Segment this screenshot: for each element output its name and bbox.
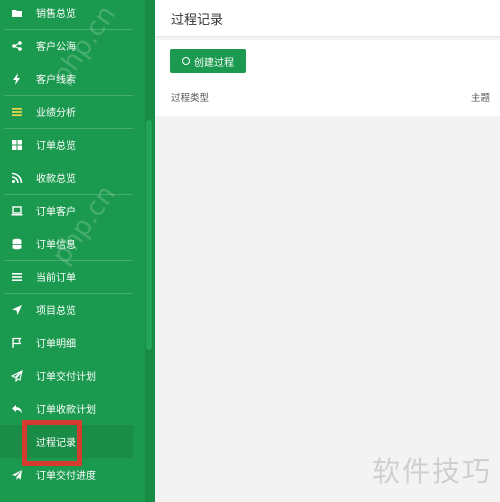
sidebar-item-label: 订单客户 (36, 207, 76, 218)
sidebar-item-payment-plan[interactable]: 订单收款计划 (0, 392, 133, 425)
flag-icon (10, 336, 24, 350)
location-arrow-icon (10, 303, 24, 317)
column-header-process-type: 过程类型 (171, 93, 210, 104)
reply-icon (10, 402, 24, 416)
sidebar-item-label: 项目总览 (36, 306, 76, 317)
sidebar-item-performance-analysis[interactable]: 业绩分析 (0, 95, 133, 128)
sidebar-item-label: 订单明细 (36, 339, 76, 350)
sidebar-item-label: 订单交付计划 (36, 372, 96, 383)
sidebar-item-process-records[interactable]: 过程记录 (0, 425, 133, 458)
sidebar-item-label: 收款总览 (36, 174, 76, 185)
sidebar-item-order-overview[interactable]: 订单总览 (0, 128, 133, 161)
page-title: 过程记录 (171, 12, 224, 28)
rss-icon (10, 171, 24, 185)
sidebar-scrollbar-handle[interactable] (146, 120, 152, 350)
sidebar-item-label: 业绩分析 (36, 108, 76, 119)
create-process-button[interactable]: 创建过程 (170, 49, 246, 73)
page-header: 过程记录 (155, 0, 500, 37)
content-panel: 创建过程 过程类型 主题 (155, 40, 500, 116)
sidebar-item-label: 过程记录 (36, 438, 76, 449)
circle-icon (182, 57, 190, 65)
sidebar-item-label: 订单收款计划 (36, 405, 96, 416)
list-icon (10, 105, 24, 119)
watermark-text: 软件技巧 (371, 455, 492, 488)
sidebar-item-project-overview[interactable]: 项目总览 (0, 293, 133, 326)
column-header-subject: 主题 (470, 93, 490, 104)
sidebar-item-delivery-progress[interactable]: 订单交付进度 (0, 458, 133, 491)
grid-icon (10, 138, 24, 152)
share-icon (10, 39, 24, 53)
folder-open-icon (10, 6, 24, 20)
paper-plane-icon (10, 369, 24, 383)
sidebar-item-delivery-plan[interactable]: 订单交付计划 (0, 359, 133, 392)
sidebar-item-label: 销售总览 (36, 9, 76, 20)
sidebar-item-label: 订单总览 (36, 141, 76, 152)
sidebar-item-label: 订单交付进度 (36, 471, 96, 482)
sidebar-item-payment-overview[interactable]: 收款总览 (0, 161, 133, 194)
send-icon (10, 468, 24, 482)
sidebar-item-order-details[interactable]: 订单明细 (0, 326, 133, 359)
main-panel: 过程记录 创建过程 过程类型 主题 软件技巧 (155, 0, 500, 502)
list-icon (10, 270, 24, 284)
table-header: 过程类型 主题 (155, 84, 500, 110)
database-icon (10, 237, 24, 251)
bolt-icon (10, 72, 24, 86)
blank-icon (10, 435, 24, 449)
create-process-label: 创建过程 (194, 57, 234, 69)
sidebar: 销售总览 客户公海 客户线索 业绩分析 订单总览 收款总览 订单客户 订单信息 … (0, 0, 145, 502)
laptop-icon (10, 204, 24, 218)
sidebar-item-label: 当前订单 (36, 273, 76, 284)
